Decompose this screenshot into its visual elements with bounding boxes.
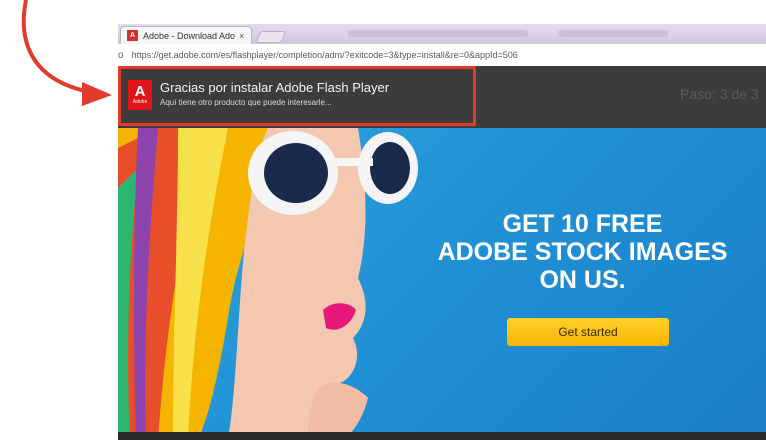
promo-headline: GET 10 FREE ADOBE STOCK IMAGES ON US. [425, 210, 740, 294]
get-started-button[interactable]: Get started [507, 318, 669, 346]
close-icon[interactable]: × [239, 31, 244, 41]
annotation-arrow [21, 0, 112, 106]
annotation-highlight-box [118, 66, 476, 126]
tab-title: Adobe - Download Adob [143, 30, 235, 41]
tab-strip: A Adobe - Download Adob × [118, 24, 766, 44]
url-text[interactable]: https://get.adobe.com/es/flashplayer/com… [132, 50, 518, 60]
headline-line: ADOBE STOCK IMAGES [437, 238, 728, 266]
page-footer-strip [118, 432, 766, 440]
headline-line: GET 10 FREE [502, 210, 663, 238]
tabstrip-blurred-area [348, 30, 528, 37]
step-indicator: Paso: 3 de 3 [680, 86, 759, 102]
new-tab-button[interactable] [255, 31, 287, 43]
tabstrip-blurred-area [558, 30, 668, 37]
headline-line: ON US. [539, 266, 626, 294]
address-bar[interactable]: o https://get.adobe.com/es/flashplayer/c… [118, 44, 766, 67]
browser-tab[interactable]: A Adobe - Download Adob × [120, 26, 252, 44]
